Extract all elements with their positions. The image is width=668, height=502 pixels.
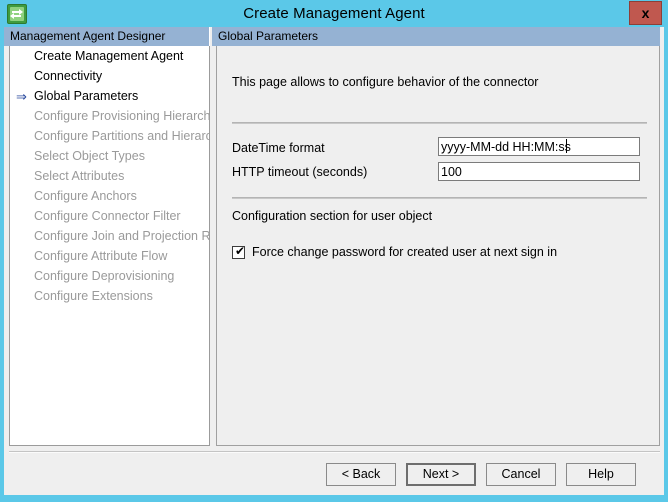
force-change-password-checkbox[interactable]: ✔ (232, 246, 245, 259)
footer-divider (9, 451, 660, 453)
http-timeout-label: HTTP timeout (seconds) (232, 165, 367, 179)
sidebar-item-label: Configure Extensions (34, 289, 153, 303)
designer-sidebar: Management Agent Designer Create Managem… (4, 27, 210, 448)
force-change-password-label: Force change password for created user a… (252, 245, 557, 260)
http-timeout-input[interactable] (438, 162, 640, 181)
sidebar-step-list[interactable]: Create Management Agent Connectivity ⇒ G… (9, 46, 210, 446)
sidebar-item-configure-extensions: Configure Extensions (10, 286, 209, 306)
create-management-agent-window: Create Management Agent x Management Age… (0, 0, 668, 502)
sidebar-item-configure-attribute-flow: Configure Attribute Flow (10, 246, 209, 266)
checkmark-icon: ✔ (235, 245, 244, 257)
sidebar-item-label: Select Attributes (34, 169, 124, 183)
sidebar-item-configure-provisioning-hierarchy: Configure Provisioning Hierarchy (10, 106, 209, 126)
next-button[interactable]: Next > (406, 463, 476, 486)
sidebar-item-label: Connectivity (34, 69, 102, 83)
sidebar-header: Management Agent Designer (4, 27, 210, 46)
back-button[interactable]: < Back (326, 463, 396, 486)
main-panel: Global Parameters This page allows to co… (212, 27, 660, 448)
close-button[interactable]: x (629, 1, 662, 25)
sidebar-item-configure-deprovisioning: Configure Deprovisioning (10, 266, 209, 286)
user-object-section-label: Configuration section for user object (232, 209, 432, 223)
main-panel-content: This page allows to configure behavior o… (216, 46, 660, 446)
intro-text: This page allows to configure behavior o… (232, 75, 538, 89)
sidebar-item-select-object-types: Select Object Types (10, 146, 209, 166)
datetime-format-input[interactable] (438, 137, 640, 156)
sidebar-item-label: Create Management Agent (34, 49, 183, 63)
text-caret (566, 139, 567, 153)
sidebar-item-configure-connector-filter: Configure Connector Filter (10, 206, 209, 226)
window-body: Management Agent Designer Create Managem… (4, 27, 664, 495)
sidebar-item-label: Configure Anchors (34, 189, 137, 203)
sidebar-item-label: Configure Provisioning Hierarchy (34, 109, 210, 123)
main-panel-header: Global Parameters (212, 27, 660, 46)
sidebar-item-connectivity[interactable]: Connectivity (10, 66, 209, 86)
sidebar-item-configure-partitions-and-hierarchies: Configure Partitions and Hierarchies (10, 126, 209, 146)
help-button[interactable]: Help (566, 463, 636, 486)
cancel-button[interactable]: Cancel (486, 463, 556, 486)
sidebar-item-label: Configure Join and Projection Rules (34, 229, 210, 243)
sidebar-item-select-attributes: Select Attributes (10, 166, 209, 186)
sidebar-item-label: Global Parameters (34, 89, 138, 103)
sidebar-item-create-management-agent[interactable]: Create Management Agent (10, 46, 209, 66)
divider-top (232, 122, 647, 124)
sidebar-item-configure-join-and-projection-rules: Configure Join and Projection Rules (10, 226, 209, 246)
sidebar-item-label: Configure Attribute Flow (34, 249, 167, 263)
current-step-arrow-icon: ⇒ (16, 91, 30, 102)
sidebar-item-label: Select Object Types (34, 149, 145, 163)
dialog-footer: < Back Next > Cancel Help (4, 454, 664, 495)
sidebar-item-label: Configure Partitions and Hierarchies (34, 129, 210, 143)
sidebar-item-label: Configure Connector Filter (34, 209, 181, 223)
window-title: Create Management Agent (0, 0, 668, 27)
sidebar-item-label: Configure Deprovisioning (34, 269, 174, 283)
title-bar: Create Management Agent x (0, 0, 668, 27)
sidebar-item-global-parameters[interactable]: ⇒ Global Parameters (10, 86, 209, 106)
sidebar-item-configure-anchors: Configure Anchors (10, 186, 209, 206)
divider-bottom (232, 197, 647, 199)
datetime-format-label: DateTime format (232, 141, 325, 155)
